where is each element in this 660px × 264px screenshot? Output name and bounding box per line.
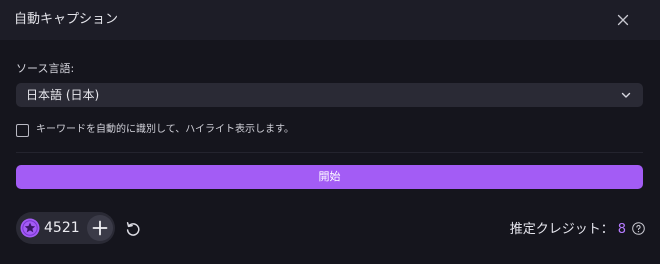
help-icon[interactable] (632, 222, 645, 235)
start-button-label: 開始 (318, 170, 341, 183)
start-button[interactable]: 開始 (16, 165, 643, 189)
add-credits-button[interactable] (87, 215, 113, 241)
purple-star-coin-icon (20, 218, 40, 238)
source-language-value: 日本語 (日本) (26, 88, 100, 102)
credit-balance: 4521 (16, 212, 115, 244)
refresh-credits-button[interactable] (124, 220, 142, 238)
auto-caption-dialog: 自動キャプション ソース言語: 日本語 (日本) キーワードを自動的に識別して、… (0, 0, 660, 264)
section-divider (16, 152, 643, 153)
source-language-label: ソース言語: (16, 62, 75, 75)
plus-icon (92, 220, 108, 236)
close-icon (617, 14, 629, 26)
close-button[interactable] (612, 9, 634, 31)
dialog-titlebar: 自動キャプション (0, 0, 660, 40)
estimated-credits: 推定クレジット： 8 (510, 219, 645, 237)
credit-balance-value: 4521 (44, 220, 80, 236)
chevron-down-icon (621, 92, 631, 98)
keyword-highlight-checkbox[interactable] (16, 124, 29, 137)
estimated-credits-value: 8 (617, 222, 626, 237)
source-language-select[interactable]: 日本語 (日本) (16, 83, 643, 107)
keyword-highlight-label[interactable]: キーワードを自動的に識別して、ハイライト表示します。 (36, 123, 294, 137)
refresh-icon (126, 222, 140, 236)
keyword-highlight-option: キーワードを自動的に識別して、ハイライト表示します。 (16, 122, 416, 138)
dialog-title: 自動キャプション (14, 12, 119, 27)
estimated-credits-label: 推定クレジット： (509, 222, 614, 237)
